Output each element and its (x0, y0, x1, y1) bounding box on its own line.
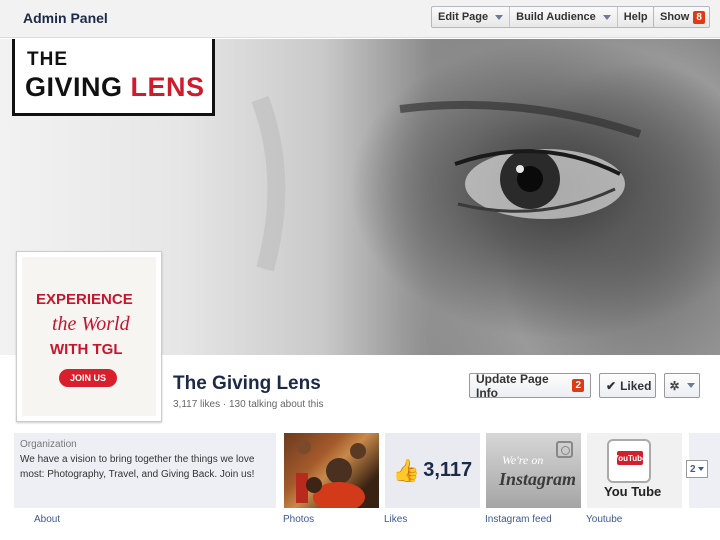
update-page-info-label: Update Page Info (476, 371, 549, 400)
likes-link[interactable]: Likes (384, 514, 407, 525)
about-box[interactable]: Organization We have a vision to bring t… (14, 433, 276, 508)
notification-badge: 8 (693, 10, 705, 24)
thumbs-up-icon: 👍 (392, 457, 421, 483)
instagram-wordmark: Instagram (499, 469, 577, 489)
page-title[interactable]: The Giving Lens (173, 373, 321, 395)
likes-tile[interactable]: 👍 3,117 (385, 433, 480, 508)
chevron-down-icon (495, 14, 504, 20)
youtube-logo-tube: Tube (628, 453, 647, 463)
photos-link[interactable]: Photos (283, 514, 314, 525)
update-page-info-button[interactable]: Update Page Info 2 (469, 371, 591, 400)
chevron-down-icon (697, 467, 704, 471)
chevron-down-icon (602, 14, 611, 20)
about-link[interactable]: About (34, 514, 60, 525)
edit-page-button[interactable]: Edit Page (432, 7, 511, 27)
youtube-bubble-icon: You Tube (607, 439, 651, 483)
liked-label: Liked (620, 378, 652, 393)
edit-page-label: Edit Page (438, 11, 489, 23)
instagram-tile[interactable]: We're on Instagram (486, 433, 581, 508)
profile-picture[interactable]: EXPERIENCE the World WITH TGL JOIN US (16, 251, 162, 422)
help-label: Help (623, 11, 648, 23)
profile-text-the-world: the World (52, 313, 130, 335)
show-label: Show (660, 11, 690, 23)
build-audience-label: Build Audience (516, 11, 596, 23)
profile-join-us: JOIN US (59, 369, 117, 387)
build-audience-button[interactable]: Build Audience (510, 7, 618, 27)
youtube-logo: You Tube (613, 451, 647, 465)
instagram-feed-link[interactable]: Instagram feed (485, 514, 552, 525)
profile-text-with-tgl: WITH TGL (50, 341, 123, 358)
profile-picture-image: EXPERIENCE the World WITH TGL JOIN US (22, 257, 156, 416)
admin-bar: Admin Panel Edit Page Build Audience Hel… (0, 0, 720, 38)
gear-icon: ✲ (669, 378, 680, 393)
profile-text-experience: EXPERIENCE (36, 291, 133, 308)
instagram-were-on: We're on (502, 453, 544, 467)
photos-tile[interactable] (284, 433, 379, 508)
checkmark-icon: ✔ (606, 378, 617, 393)
about-description: We have a vision to bring together the t… (20, 454, 255, 480)
likes-count: 3,117 (423, 459, 473, 481)
show-button[interactable]: Show 8 (653, 6, 710, 28)
admin-button-group: Edit Page Build Audience Help (431, 6, 670, 28)
admin-panel-title: Admin Panel (23, 10, 108, 26)
photos-thumbnail-image (296, 440, 366, 508)
youtube-logo-you: You (613, 453, 628, 463)
youtube-link[interactable]: Youtube (586, 514, 622, 525)
liked-button[interactable]: ✔ Liked (599, 373, 656, 398)
update-info-badge: 2 (572, 379, 584, 392)
more-apps-button[interactable]: 2 (686, 460, 708, 478)
camera-icon (556, 441, 573, 458)
page-stats: 3,117 likes · 130 talking about this (173, 399, 324, 410)
more-apps-count: 2 (690, 463, 696, 475)
settings-dropdown-button[interactable]: ✲ (664, 373, 700, 398)
about-category: Organization (20, 439, 77, 450)
youtube-wordmark: You Tube (604, 484, 662, 499)
youtube-tile[interactable]: You Tube You Tube (587, 433, 682, 508)
chevron-down-icon (686, 383, 695, 388)
